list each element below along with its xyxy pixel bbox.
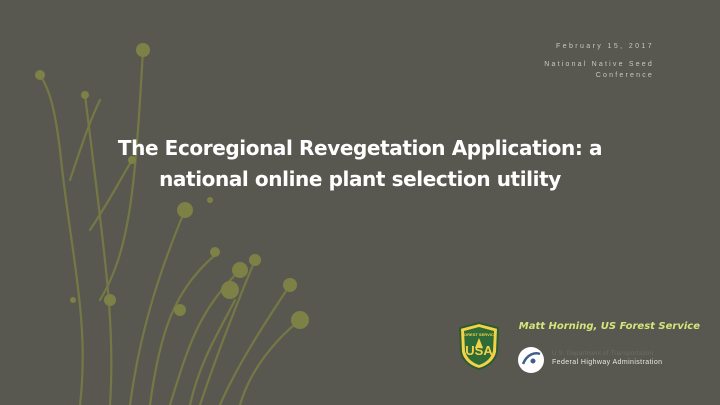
usfs-shield-logo: FOREST SERVICE USA bbox=[458, 322, 500, 370]
dot-department-label: U.S. Department of Transportation bbox=[552, 351, 654, 357]
usfs-label: FOREST SERVICE bbox=[462, 332, 497, 337]
fhwa-label: Federal Highway Administration bbox=[552, 359, 663, 366]
presenter-name: Matt Horning, US Forest Service bbox=[518, 321, 700, 332]
slide: February 15, 2017 National Native Seed C… bbox=[0, 0, 720, 405]
presentation-date: February 15, 2017 bbox=[555, 43, 654, 50]
conference-name: National Native Seed Conference bbox=[544, 61, 654, 79]
dot-logo bbox=[518, 347, 544, 373]
slide-title: The Ecoregional Revegetation Application… bbox=[95, 133, 625, 195]
slide-title-line-1: The Ecoregional Revegetation Application… bbox=[117, 136, 603, 160]
slide-title-line-2: national online plant selection utility bbox=[159, 167, 561, 191]
